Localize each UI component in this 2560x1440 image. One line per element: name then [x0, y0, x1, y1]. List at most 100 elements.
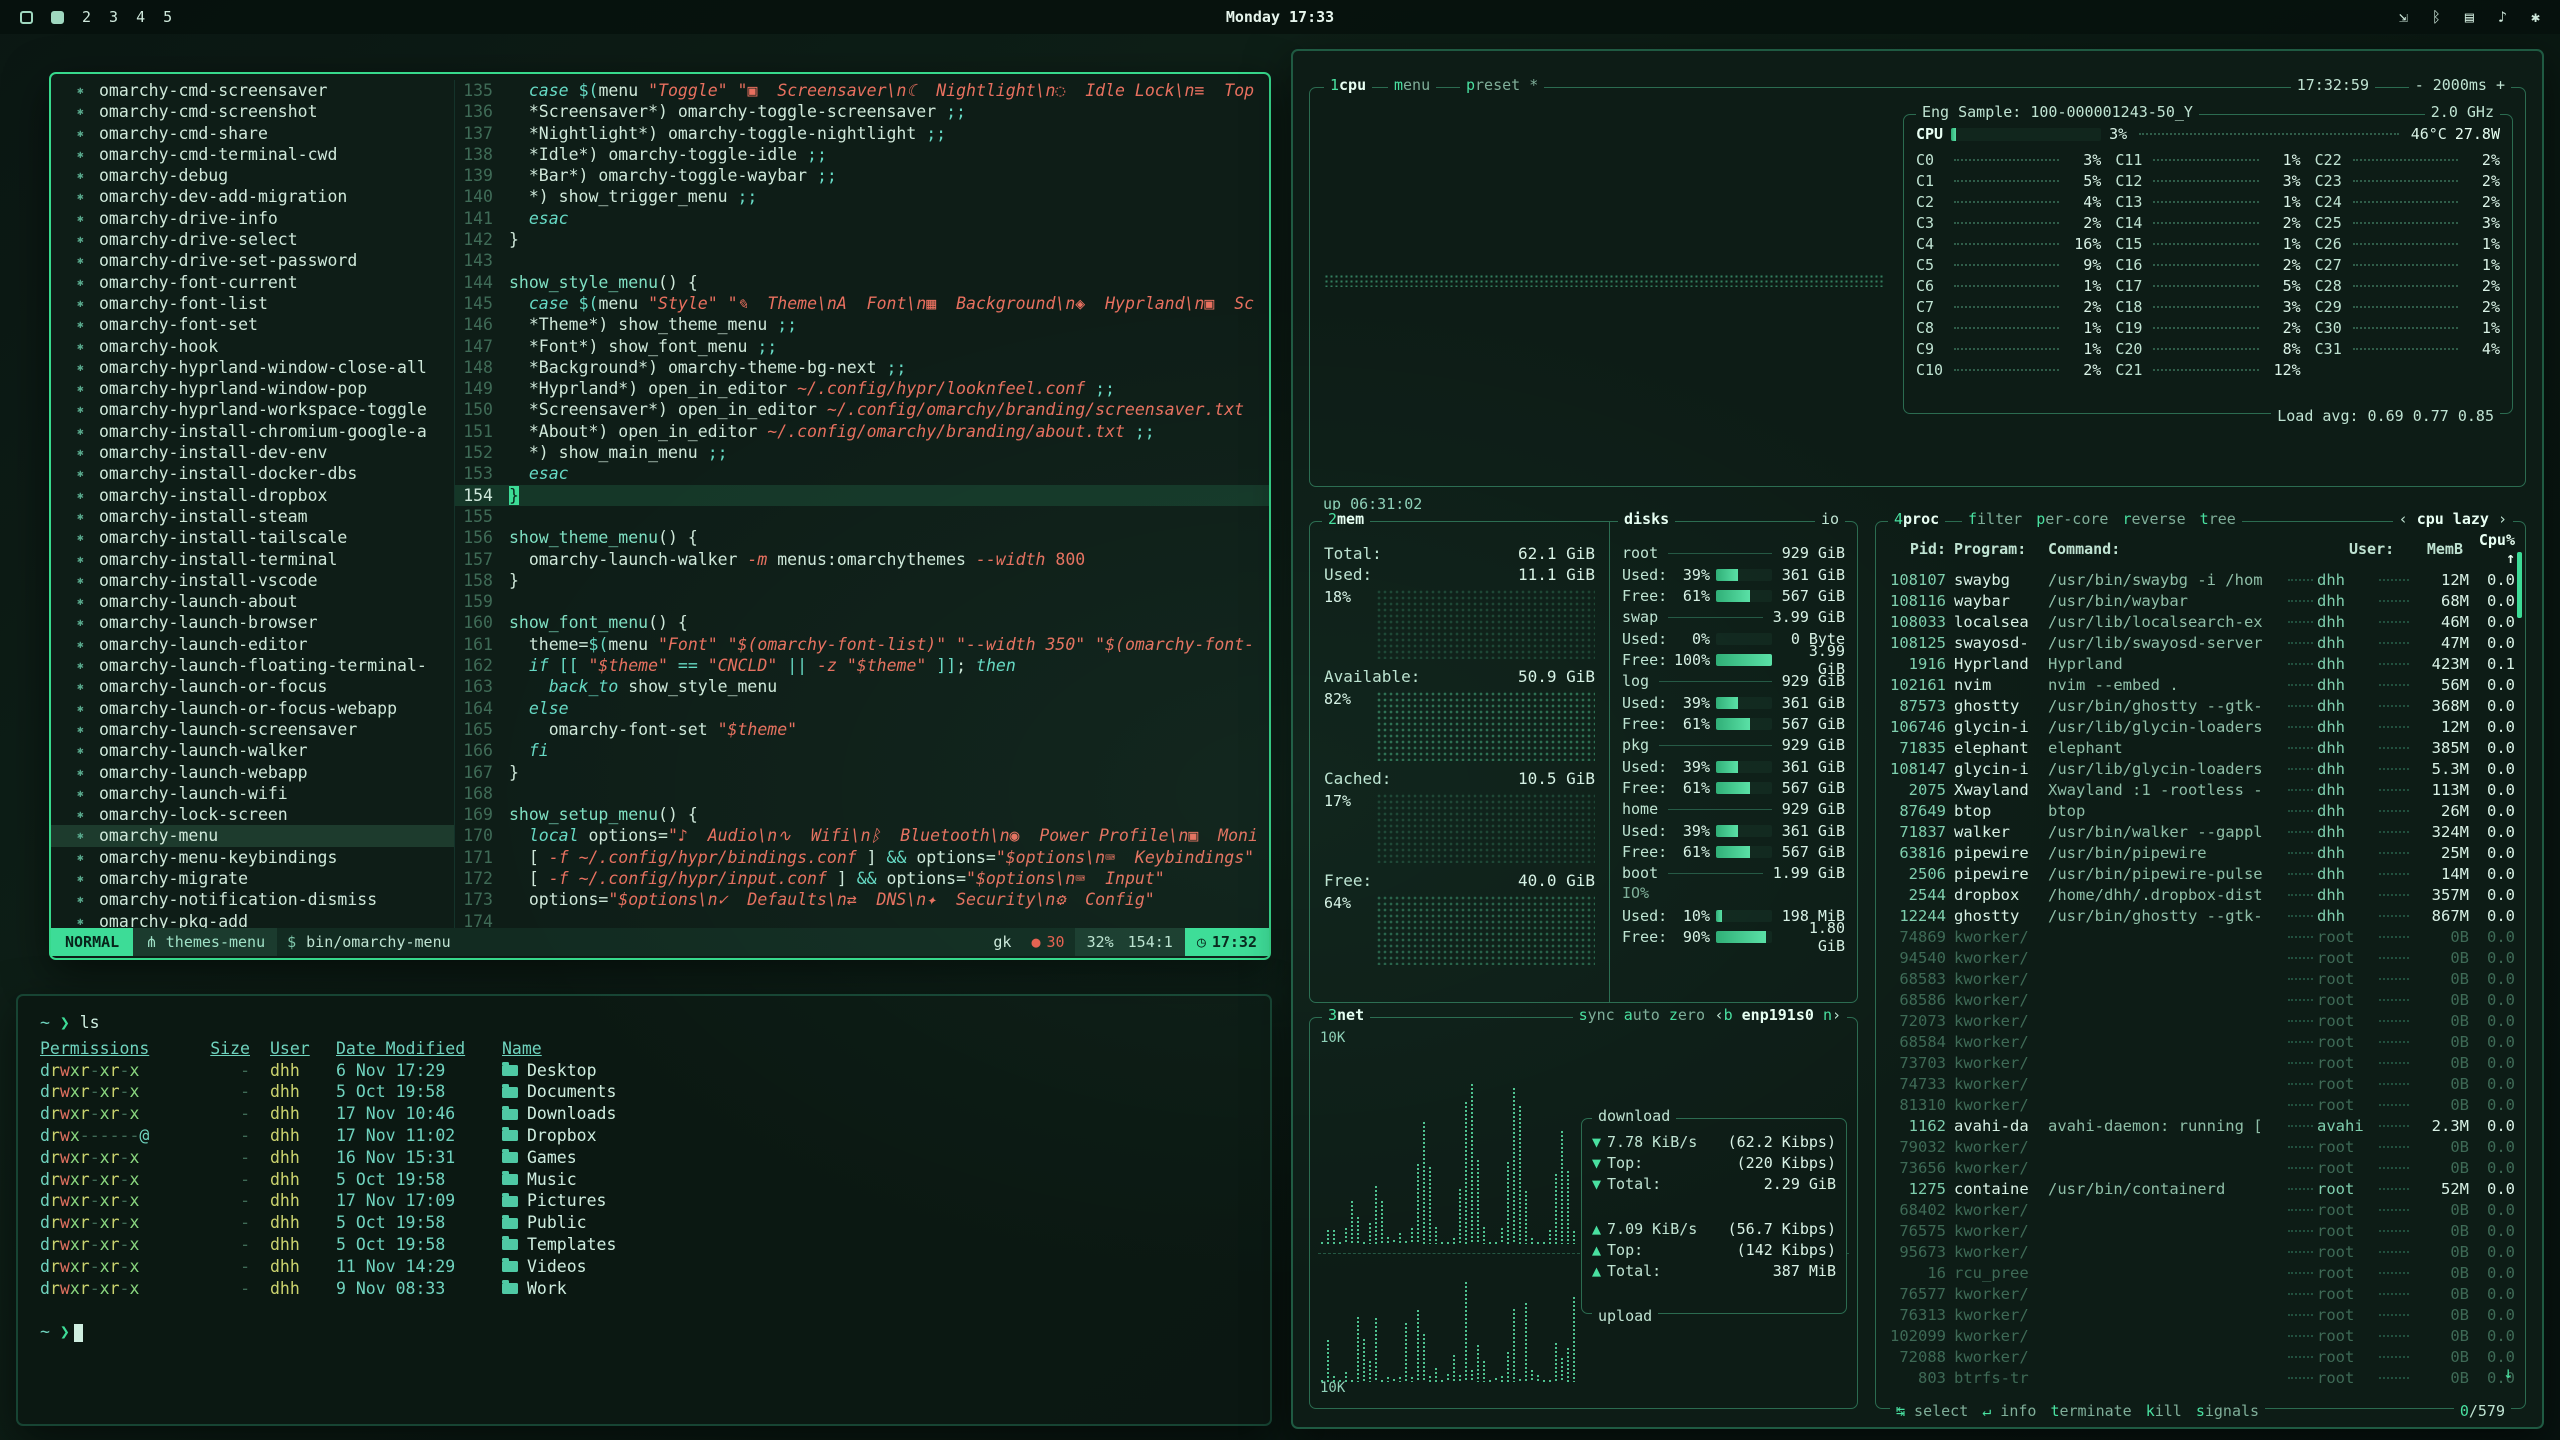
code-line[interactable]: 153 esac: [455, 463, 1269, 484]
process-row[interactable]: 106746glycin-i/usr/lib/glycin-loadersdhh…: [1886, 716, 2515, 737]
file-item[interactable]: ✱omarchy-hyprland-window-close-all: [51, 357, 454, 378]
net-panel-title[interactable]: 3net: [1322, 1006, 1370, 1024]
process-row[interactable]: 72073kworker/root0B0.0: [1886, 1010, 2515, 1031]
process-row[interactable]: 81310kworker/root0B0.0: [1886, 1094, 2515, 1115]
volume-icon[interactable]: ♪: [2498, 8, 2507, 26]
file-item[interactable]: ✱omarchy-install-dev-env: [51, 442, 454, 463]
file-item[interactable]: ✱omarchy-install-vscode: [51, 570, 454, 591]
file-item[interactable]: ✱omarchy-cmd-share: [51, 123, 454, 144]
process-row[interactable]: 87649btopbtopdhh26M0.0: [1886, 800, 2515, 821]
proc-key-terminate[interactable]: terminate: [2050, 1402, 2131, 1420]
git-branch[interactable]: ⋔ themes-menu: [133, 928, 277, 956]
file-item[interactable]: ✱omarchy-drive-select: [51, 229, 454, 250]
code-line[interactable]: 167}: [455, 762, 1269, 783]
process-row[interactable]: 108125swayosd-/usr/lib/swayosd-serverdhh…: [1886, 632, 2515, 653]
file-item[interactable]: ✱omarchy-hyprland-window-pop: [51, 378, 454, 399]
code-line[interactable]: 171 [ -f ~/.config/hypr/bindings.conf ] …: [455, 847, 1269, 868]
proc-panel-title[interactable]: 4proc: [1888, 510, 1945, 528]
disk-entry[interactable]: home929 GiBUsed:39%361 GiBFree:61%567 Gi…: [1622, 798, 1845, 862]
proc-control-reverse[interactable]: reverse: [2122, 510, 2185, 528]
proc-key-select[interactable]: ↹ select: [1896, 1402, 1968, 1420]
menu-button-label[interactable]: menu: [1394, 76, 1430, 94]
process-row[interactable]: 108147glycin-i/usr/lib/glycin-loadersdhh…: [1886, 758, 2515, 779]
code-line[interactable]: 159: [455, 591, 1269, 612]
process-row[interactable]: 94540kworker/root0B0.0: [1886, 947, 2515, 968]
file-item[interactable]: ✱omarchy-hook: [51, 336, 454, 357]
process-row[interactable]: 108116waybar/usr/bin/waybardhh68M0.0: [1886, 590, 2515, 611]
file-item[interactable]: ✱omarchy-launch-editor: [51, 634, 454, 655]
file-item[interactable]: ✱omarchy-launch-or-focus-webapp: [51, 698, 454, 719]
proc-header-row[interactable]: Pid: Program: Command: User: MemB Cpu% ↑: [1876, 522, 2525, 569]
process-row[interactable]: 1162avahi-daavahi-daemon: running [avahi…: [1886, 1115, 2515, 1136]
workspace-4[interactable]: 4: [136, 8, 145, 26]
code-line[interactable]: 161 theme=$(menu "Font" "$(omarchy-font-…: [455, 634, 1269, 655]
code-line[interactable]: 164 else: [455, 698, 1269, 719]
file-item[interactable]: ✱omarchy-install-chromium-google-a: [51, 421, 454, 442]
process-row[interactable]: 73703kworker/root0B0.0: [1886, 1052, 2515, 1073]
code-line[interactable]: 162 if [[ "$theme" == "CNCLD" || -z "$th…: [455, 655, 1269, 676]
process-row[interactable]: 108033localsea/usr/lib/localsearch-exdhh…: [1886, 611, 2515, 632]
code-line[interactable]: 139 *Bar*) omarchy-toggle-waybar ;;: [455, 165, 1269, 186]
code-line[interactable]: 138 *Idle*) omarchy-toggle-idle ;;: [455, 144, 1269, 165]
process-row[interactable]: 71837walker/usr/bin/walker --gappldhh324…: [1886, 821, 2515, 842]
file-item[interactable]: ✱omarchy-install-terminal: [51, 549, 454, 570]
proc-control-filter[interactable]: filter: [1968, 510, 2022, 528]
process-row[interactable]: 71835elephantelephantdhh385M0.0: [1886, 737, 2515, 758]
code-line[interactable]: 174: [455, 911, 1269, 928]
file-item[interactable]: ✱omarchy-pkg-add: [51, 911, 454, 928]
cpu-panel-title[interactable]: 1cpu: [1324, 76, 1372, 94]
code-line[interactable]: 165 omarchy-font-set "$theme": [455, 719, 1269, 740]
code-line[interactable]: 168: [455, 783, 1269, 804]
menu-button[interactable]: menu: [1388, 76, 1436, 94]
nvim-window[interactable]: ✱omarchy-cmd-screensaver✱omarchy-cmd-scr…: [49, 72, 1271, 960]
process-row[interactable]: 2544dropbox/home/dhh/.dropbox-distdhh357…: [1886, 884, 2515, 905]
file-item[interactable]: ✱omarchy-install-steam: [51, 506, 454, 527]
interface-selector[interactable]: ‹b enp191s0 n›: [1709, 1006, 1847, 1024]
file-item[interactable]: ✱omarchy-migrate: [51, 868, 454, 889]
file-item[interactable]: ✱omarchy-drive-set-password: [51, 250, 454, 271]
process-row[interactable]: 68584kworker/root0B0.0: [1886, 1031, 2515, 1052]
code-line[interactable]: 160show_font_menu() {: [455, 612, 1269, 633]
process-row[interactable]: 2075XwaylandXwayland :1 -rootless -dhh11…: [1886, 779, 2515, 800]
code-editor[interactable]: 135 case $(menu "Toggle" "▣ Screensaver\…: [455, 80, 1269, 928]
code-line[interactable]: 154}: [455, 485, 1269, 506]
process-row[interactable]: 108107swaybg/usr/bin/swaybg -i /homdhh12…: [1886, 569, 2515, 590]
file-item[interactable]: ✱omarchy-lock-screen: [51, 804, 454, 825]
process-row[interactable]: 68586kworker/root0B0.0: [1886, 989, 2515, 1010]
proc-key-kill[interactable]: kill: [2146, 1402, 2182, 1420]
process-row[interactable]: 76313kworker/root0B0.0: [1886, 1304, 2515, 1325]
file-item[interactable]: ✱omarchy-launch-about: [51, 591, 454, 612]
code-line[interactable]: 173 options="$options\n✓ Defaults\n⇄ DNS…: [455, 889, 1269, 910]
file-item[interactable]: ✱omarchy-launch-screensaver: [51, 719, 454, 740]
disk-entry[interactable]: boot1.99 GiBIO%Used:10%198 MiBFree:90%1.…: [1622, 862, 1845, 947]
prompt-line[interactable]: ~ ❯: [40, 1321, 1248, 1343]
process-row[interactable]: 76577kworker/root0B0.0: [1886, 1283, 2515, 1304]
workspace-3[interactable]: 3: [109, 8, 118, 26]
screencast-icon[interactable]: ⇲: [2399, 8, 2408, 26]
proc-key-info[interactable]: ↵ info: [1982, 1402, 2036, 1420]
code-line[interactable]: 136 *Screensaver*) omarchy-toggle-screen…: [455, 101, 1269, 122]
file-item[interactable]: ✱omarchy-launch-walker: [51, 740, 454, 761]
settings-icon[interactable]: ✱: [2531, 8, 2540, 26]
code-line[interactable]: 150 *Screensaver*) open_in_editor ~/.con…: [455, 399, 1269, 420]
net-control-auto[interactable]: auto: [1624, 1006, 1660, 1024]
code-line[interactable]: 148 *Background*) omarchy-theme-bg-next …: [455, 357, 1269, 378]
code-line[interactable]: 163 back_to show_style_menu: [455, 676, 1269, 697]
bluetooth-icon[interactable]: ᛒ: [2432, 8, 2441, 26]
proc-control-per-core[interactable]: per-core: [2036, 510, 2108, 528]
file-item[interactable]: ✱omarchy-cmd-screensaver: [51, 80, 454, 101]
code-line[interactable]: 137 *Nightlight*) omarchy-toggle-nightli…: [455, 123, 1269, 144]
file-item[interactable]: ✱omarchy-launch-or-focus: [51, 676, 454, 697]
code-line[interactable]: 142}: [455, 229, 1269, 250]
code-line[interactable]: 155: [455, 506, 1269, 527]
code-line[interactable]: 140 *) show_trigger_menu ;;: [455, 186, 1269, 207]
workspace-5[interactable]: 5: [163, 8, 172, 26]
process-row[interactable]: 73656kworker/root0B0.0: [1886, 1157, 2515, 1178]
file-item[interactable]: ✱omarchy-dev-add-migration: [51, 186, 454, 207]
code-line[interactable]: 158}: [455, 570, 1269, 591]
process-row[interactable]: 72088kworker/root0B0.0: [1886, 1346, 2515, 1367]
code-line[interactable]: 135 case $(menu "Toggle" "▣ Screensaver\…: [455, 80, 1269, 101]
code-line[interactable]: 156show_theme_menu() {: [455, 527, 1269, 548]
proc-key-signals[interactable]: signals: [2196, 1402, 2259, 1420]
process-row[interactable]: 87573ghostty/usr/bin/ghostty --gtk-dhh36…: [1886, 695, 2515, 716]
